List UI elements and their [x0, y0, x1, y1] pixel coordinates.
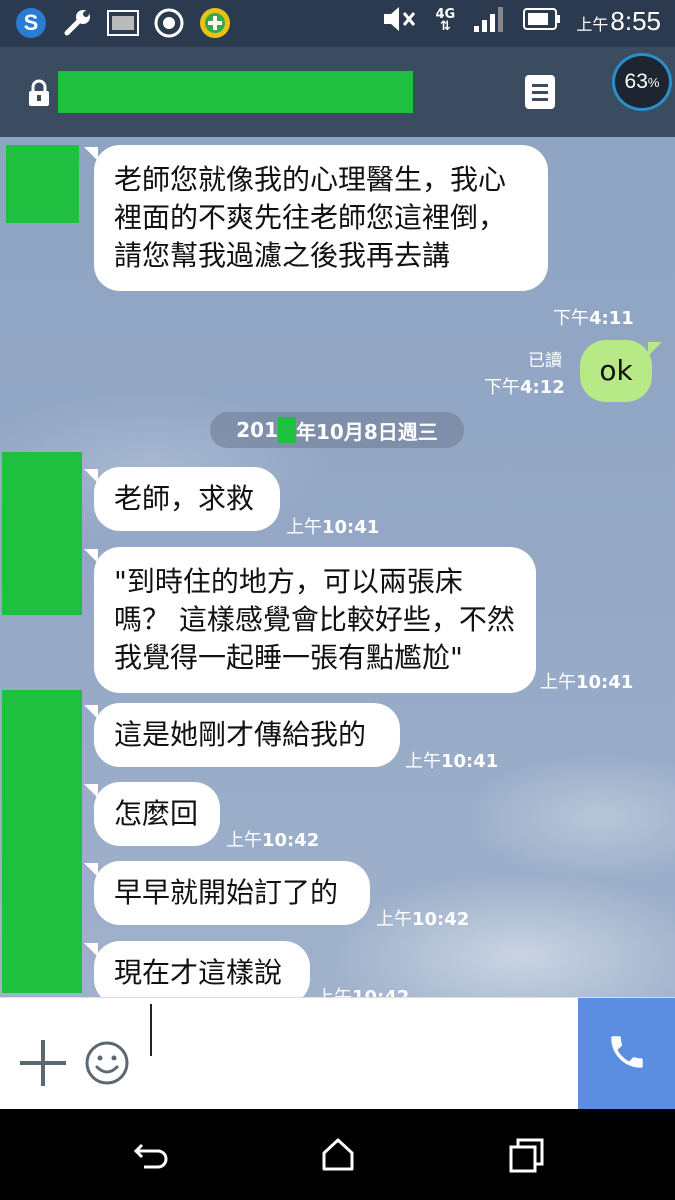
- back-icon[interactable]: [132, 1135, 172, 1175]
- message-bubble[interactable]: 早早就開始訂了的: [84, 861, 370, 925]
- message-text: "到時住的地方，可以兩張床嗎？ 這樣感覺會比較好些，不然我覺得一起睡一張有點尷尬…: [114, 565, 515, 674]
- message-bubble-outgoing[interactable]: ok: [580, 340, 662, 402]
- message-text: 這是她剛才傳給我的: [114, 718, 367, 751]
- svg-text:S: S: [24, 10, 39, 35]
- message-ampm: 上午: [286, 517, 322, 538]
- message-ampm: 上午: [316, 987, 352, 997]
- message-ampm: 上午: [540, 672, 576, 693]
- read-receipt: 已讀: [528, 351, 562, 371]
- clock-time: 8:55: [610, 5, 661, 36]
- message-time: 上午10:42: [316, 983, 409, 997]
- avatar[interactable]: [2, 452, 82, 615]
- phone-icon: [606, 1031, 648, 1077]
- battery-percent-badge[interactable]: 63%: [612, 53, 672, 111]
- text-caret: [150, 1004, 152, 1056]
- date-suffix: 年10月8日週三: [296, 419, 438, 444]
- message-bubble[interactable]: 老師您就像我的心理醫生，我心裡面的不爽先往老師您這裡倒，請您幫我過濾之後我再去講: [84, 145, 548, 291]
- mute-icon: [382, 5, 418, 37]
- message-time: 上午10:42: [226, 826, 319, 852]
- message-ampm: 下午: [484, 377, 520, 398]
- message-bubble[interactable]: "到時住的地方，可以兩張床嗎？ 這樣感覺會比較好些，不然我覺得一起睡一張有點尷尬…: [84, 547, 536, 693]
- network-label: 4G: [435, 7, 456, 22]
- message-clock: 10:42: [352, 987, 409, 997]
- message-bubble[interactable]: 現在才這樣說: [84, 941, 310, 997]
- message-clock: 10:41: [322, 517, 380, 538]
- message-time: 下午4:11: [553, 304, 634, 330]
- message-clock: 4:11: [589, 308, 634, 329]
- message-bubble[interactable]: 老師，求救: [84, 467, 280, 531]
- 4g-icon: 4G ⇅: [435, 7, 456, 34]
- call-button[interactable]: [578, 998, 675, 1110]
- lock-icon: [28, 79, 50, 111]
- message-time: 上午10:41: [286, 513, 379, 539]
- message-time: 上午10:41: [540, 668, 633, 694]
- wrench-icon: [60, 6, 94, 40]
- battery-icon: [522, 7, 562, 35]
- avatar[interactable]: [6, 145, 79, 223]
- date-prefix: 201: [236, 418, 278, 442]
- message-ampm: 上午: [376, 909, 412, 930]
- message-ampm: 上午: [226, 830, 262, 851]
- message-input[interactable]: [154, 1008, 554, 1068]
- chat-title-redacted: [58, 71, 413, 113]
- message-clock: 10:42: [262, 830, 320, 851]
- message-clock: 4:12: [520, 377, 565, 398]
- message-input-bar: [0, 997, 675, 1110]
- message-bubble[interactable]: 怎麼回: [84, 782, 220, 846]
- message-text: 怎麼回: [114, 797, 199, 830]
- chat-header: 63%: [0, 47, 675, 137]
- date-separator: 201 年10月8日週三: [210, 412, 464, 448]
- app-plus-icon: [198, 6, 232, 40]
- message-ampm: 下午: [553, 308, 589, 329]
- message-clock: 10:41: [441, 751, 499, 772]
- clock-ampm: 上午: [576, 16, 609, 34]
- message-time: 上午10:42: [376, 905, 469, 931]
- message-text: ok: [599, 354, 633, 387]
- message-clock: 10:41: [576, 672, 634, 693]
- battery-unit: %: [647, 74, 660, 90]
- date-redaction: [278, 417, 296, 443]
- message-ampm: 上午: [405, 751, 441, 772]
- image-icon: [106, 6, 140, 40]
- emoji-icon[interactable]: [84, 1040, 130, 1086]
- battery-percent: 63: [624, 70, 648, 93]
- record-icon: [152, 6, 186, 40]
- clock: 上午8:55: [576, 6, 661, 37]
- status-bar: S 4G ⇅ 上午8:55: [0, 0, 675, 47]
- avatar[interactable]: [2, 690, 82, 993]
- message-text: 現在才這樣說: [114, 956, 283, 989]
- home-icon[interactable]: [318, 1135, 358, 1175]
- message-time: 上午10:41: [405, 747, 498, 773]
- message-text: 老師您就像我的心理醫生，我心裡面的不爽先往老師您這裡倒，請您幫我過濾之後我再去講: [114, 163, 507, 272]
- plus-icon[interactable]: [20, 1040, 66, 1086]
- menu-button[interactable]: [525, 75, 555, 109]
- system-nav-bar: [0, 1109, 675, 1200]
- message-bubble[interactable]: 這是她剛才傳給我的: [84, 703, 400, 767]
- recent-apps-icon[interactable]: [506, 1135, 546, 1175]
- sogou-icon: S: [14, 6, 48, 40]
- chat-area[interactable]: 老師您就像我的心理醫生，我心裡面的不爽先往老師您這裡倒，請您幫我過濾之後我再去講…: [0, 137, 675, 997]
- message-clock: 10:42: [412, 909, 470, 930]
- message-text: 早早就開始訂了的: [114, 876, 339, 909]
- signal-icon: [472, 4, 508, 38]
- message-text: 老師，求救: [114, 482, 255, 515]
- message-time: 下午4:12: [484, 373, 565, 399]
